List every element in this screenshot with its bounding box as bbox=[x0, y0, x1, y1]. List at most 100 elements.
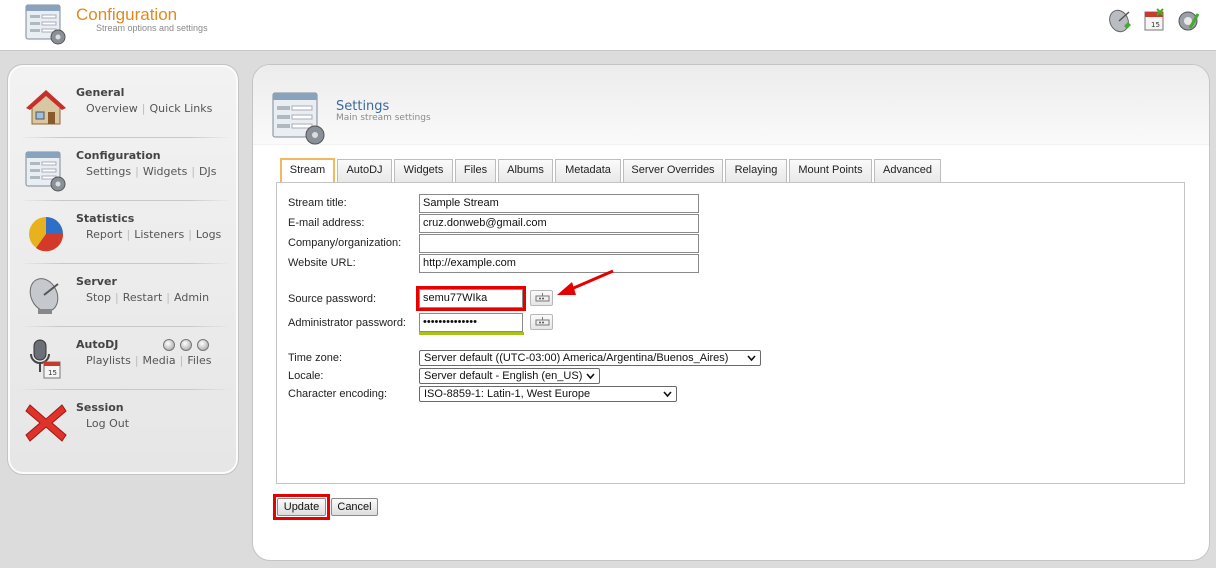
main-header-band bbox=[253, 65, 1209, 145]
sidebar-links-session: Log Out bbox=[86, 417, 129, 430]
sidebar-link-report[interactable]: Report bbox=[86, 228, 122, 241]
sidebar-divider bbox=[19, 389, 231, 390]
sidebar-link-listeners[interactable]: Listeners bbox=[134, 228, 184, 241]
autodj-next-button[interactable] bbox=[197, 339, 209, 351]
email-label: E-mail address: bbox=[288, 217, 365, 229]
sidebar-section-session: Session Log Out bbox=[8, 401, 238, 463]
sidebar-divider bbox=[19, 137, 231, 138]
sidebar-link-admin[interactable]: Admin bbox=[174, 291, 209, 304]
red-x-icon bbox=[25, 404, 67, 442]
tab-server-overrides[interactable]: Server Overrides bbox=[623, 159, 723, 182]
password-reveal-icon bbox=[535, 293, 550, 302]
svg-text:15: 15 bbox=[48, 369, 57, 377]
sidebar-divider bbox=[19, 200, 231, 201]
sidebar-link-media[interactable]: Media bbox=[143, 354, 176, 367]
chevron-down-icon bbox=[747, 355, 756, 362]
tab-advanced[interactable]: Advanced bbox=[874, 159, 941, 182]
sidebar-link-stop[interactable]: Stop bbox=[86, 291, 111, 304]
settings-window-icon bbox=[272, 92, 325, 145]
sidebar-links-server: Stop | Restart | Admin bbox=[86, 291, 210, 304]
config-window-icon bbox=[25, 151, 66, 192]
sidebar-link-widgets[interactable]: Widgets bbox=[143, 165, 187, 178]
email-input[interactable]: cruz.donweb@gmail.com bbox=[419, 214, 699, 233]
tab-autodj[interactable]: AutoDJ bbox=[337, 159, 392, 182]
encoding-label: Character encoding: bbox=[288, 388, 388, 400]
satellite-dish-icon bbox=[29, 278, 59, 314]
admin-password-label: Administrator password: bbox=[288, 317, 406, 329]
sidebar-title-statistics: Statistics bbox=[76, 212, 135, 225]
locale-select-value: Server default - English (en_US) bbox=[424, 370, 583, 382]
chevron-down-icon bbox=[663, 391, 672, 398]
sidebar-divider bbox=[19, 326, 231, 327]
timezone-select-value: Server default ((UTC-03:00) America/Arge… bbox=[424, 352, 729, 364]
app-subtitle: Stream options and settings bbox=[96, 23, 208, 33]
source-password-highlight bbox=[416, 286, 526, 311]
sidebar-title-general: General bbox=[76, 86, 125, 99]
tab-relaying[interactable]: Relaying bbox=[725, 159, 787, 182]
sidebar-link-overview[interactable]: Overview bbox=[86, 102, 138, 115]
sidebar-link-settings[interactable]: Settings bbox=[86, 165, 131, 178]
chevron-down-icon bbox=[586, 373, 595, 380]
sidebar-section-server: Server Stop | Restart | Admin bbox=[8, 275, 238, 337]
config-window-icon bbox=[25, 4, 66, 45]
encoding-select[interactable]: ISO-8859-1: Latin-1, West Europe bbox=[419, 386, 677, 402]
microphone-icon: 15 bbox=[30, 339, 61, 379]
cancel-button[interactable]: Cancel bbox=[331, 498, 378, 516]
sidebar-link-log-out[interactable]: Log Out bbox=[86, 417, 129, 430]
sidebar-link-quick-links[interactable]: Quick Links bbox=[150, 102, 213, 115]
sidebar-section-statistics: Statistics Report | Listeners | Logs bbox=[8, 212, 238, 274]
source-password-label: Source password: bbox=[288, 293, 377, 305]
sidebar-link-djs[interactable]: DJs bbox=[199, 165, 216, 178]
sidebar-section-configuration: Configuration Settings | Widgets | DJs bbox=[8, 149, 238, 211]
page-subtitle: Main stream settings bbox=[336, 113, 431, 123]
red-arrow-annotation bbox=[557, 269, 614, 295]
sidebar-links-autodj: Playlists | Media | Files bbox=[86, 354, 212, 367]
autodj-stop-button[interactable] bbox=[180, 339, 192, 351]
company-label: Company/organization: bbox=[288, 237, 402, 249]
timezone-select[interactable]: Server default ((UTC-03:00) America/Arge… bbox=[419, 350, 761, 366]
wrench-settings-icon[interactable] bbox=[1176, 6, 1202, 34]
sidebar-title-autodj: AutoDJ bbox=[76, 338, 119, 351]
timezone-label: Time zone: bbox=[288, 352, 343, 364]
tab-files[interactable]: Files bbox=[455, 159, 496, 182]
sidebar-title-session: Session bbox=[76, 401, 124, 414]
sidebar-link-logs[interactable]: Logs bbox=[196, 228, 221, 241]
tab-metadata[interactable]: Metadata bbox=[555, 159, 621, 182]
app-header: Configuration Stream options and setting… bbox=[0, 0, 1216, 51]
stream-title-label: Stream title: bbox=[288, 197, 347, 209]
password-strength-bar bbox=[419, 332, 524, 335]
sidebar-title-configuration: Configuration bbox=[76, 149, 161, 162]
sidebar-section-general: General Overview | Quick Links bbox=[8, 86, 238, 148]
stream-title-input[interactable]: Sample Stream bbox=[419, 194, 699, 213]
calendar-icon[interactable]: 15 bbox=[1142, 6, 1168, 34]
admin-password-toggle-button[interactable] bbox=[530, 314, 553, 330]
autodj-previous-button[interactable] bbox=[163, 339, 175, 351]
sidebar-links-general: Overview | Quick Links bbox=[86, 102, 213, 115]
sidebar-links-statistics: Report | Listeners | Logs bbox=[86, 228, 222, 241]
source-password-toggle-button[interactable] bbox=[530, 290, 553, 306]
tab-widgets[interactable]: Widgets bbox=[394, 159, 453, 182]
satellite-dish-icon[interactable] bbox=[1108, 6, 1134, 34]
sidebar-link-files[interactable]: Files bbox=[187, 354, 211, 367]
tab-stream[interactable]: Stream bbox=[280, 158, 335, 182]
tab-mount-points[interactable]: Mount Points bbox=[789, 159, 872, 182]
admin-password-input[interactable]: •••••••••••••• bbox=[419, 313, 523, 332]
stream-settings-form bbox=[276, 182, 1185, 484]
sidebar-links-configuration: Settings | Widgets | DJs bbox=[86, 165, 217, 178]
sidebar-link-playlists[interactable]: Playlists bbox=[86, 354, 131, 367]
sidebar-link-restart[interactable]: Restart bbox=[123, 291, 163, 304]
password-reveal-icon bbox=[535, 317, 550, 326]
house-icon bbox=[26, 90, 66, 125]
website-label: Website URL: bbox=[288, 257, 356, 269]
update-button-highlight bbox=[273, 494, 330, 520]
company-input[interactable] bbox=[419, 234, 699, 253]
app-title: Configuration bbox=[76, 5, 178, 24]
locale-select[interactable]: Server default - English (en_US) bbox=[419, 368, 600, 384]
pie-chart-icon bbox=[29, 217, 64, 252]
sidebar-divider bbox=[19, 263, 231, 264]
svg-text:15: 15 bbox=[1151, 21, 1160, 29]
tab-albums[interactable]: Albums bbox=[498, 159, 553, 182]
locale-label: Locale: bbox=[288, 370, 324, 382]
encoding-select-value: ISO-8859-1: Latin-1, West Europe bbox=[424, 388, 591, 400]
sidebar-title-server: Server bbox=[76, 275, 117, 288]
